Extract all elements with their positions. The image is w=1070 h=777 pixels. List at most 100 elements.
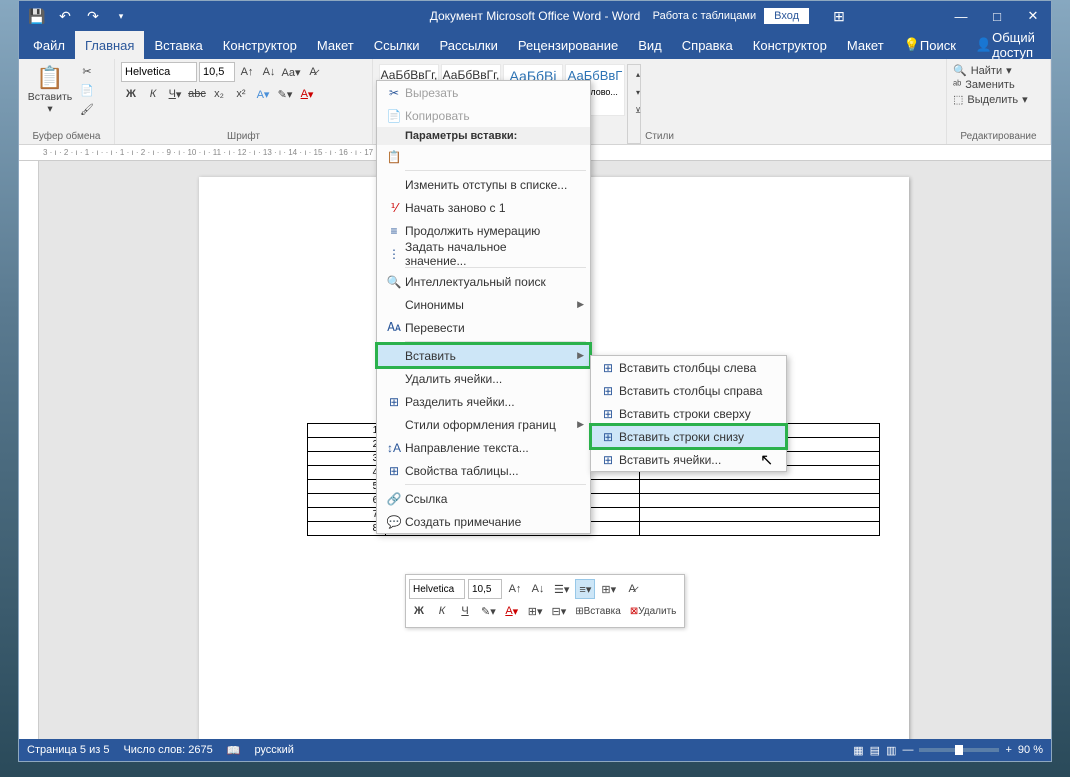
qat-dropdown-icon[interactable]: ▾ — [109, 4, 133, 28]
copy-icon[interactable]: 📄 — [77, 81, 97, 99]
menu-text-direction[interactable]: ↕AНаправление текста... — [377, 436, 590, 459]
menu-border-styles[interactable]: Стили оформления границ▶ — [377, 413, 590, 436]
status-page[interactable]: Страница 5 из 5 — [27, 744, 109, 756]
menu-table-properties[interactable]: ⊞Свойства таблицы... — [377, 459, 590, 482]
tab-help[interactable]: Справка — [672, 31, 743, 59]
gallery-down-icon[interactable]: ▾ — [628, 83, 648, 101]
shrink-font-icon[interactable]: A↓ — [259, 63, 279, 81]
menu-delete-cells[interactable]: Удалить ячейки... — [377, 367, 590, 390]
menu-set-value[interactable]: ⋮Задать начальное значение... — [377, 242, 590, 265]
cut-icon[interactable]: ✂ — [77, 62, 97, 80]
font-name-combo[interactable]: Helvetica — [121, 62, 197, 82]
tab-home[interactable]: Главная — [75, 31, 144, 59]
tab-search[interactable]: 💡 Поиск — [894, 31, 966, 59]
gallery-more-icon[interactable]: ⊻ — [628, 101, 648, 119]
paste-option-1[interactable]: 📋 — [377, 145, 590, 168]
status-words[interactable]: Число слов: 2675 — [123, 744, 212, 756]
status-language[interactable]: русский — [254, 744, 293, 756]
submenu-cols-left[interactable]: ⊞Вставить столбцы слева — [591, 356, 786, 379]
menu-synonyms[interactable]: Синонимы▶ — [377, 293, 590, 316]
replace-button[interactable]: ᵃᵇЗаменить — [953, 78, 1044, 92]
menu-adjust-list[interactable]: Изменить отступы в списке... — [377, 173, 590, 196]
tab-references[interactable]: Ссылки — [364, 31, 430, 59]
grow-font-icon[interactable]: A↑ — [237, 63, 257, 81]
mini-grow-font-icon[interactable]: A↑ — [505, 579, 525, 599]
italic-button[interactable]: К — [143, 85, 163, 103]
font-size-combo[interactable]: 10,5 — [199, 62, 235, 82]
highlight-icon[interactable]: ✎▾ — [275, 85, 295, 103]
tab-mailings[interactable]: Рассылки — [429, 31, 507, 59]
mini-italic-button[interactable]: К — [432, 601, 452, 621]
mini-bullets-icon[interactable]: ☰▾ — [551, 579, 572, 599]
change-case-icon[interactable]: Aa▾ — [281, 63, 301, 81]
zoom-slider[interactable] — [919, 748, 999, 752]
share-button[interactable]: 👤 Общий доступ — [966, 31, 1047, 59]
superscript-button[interactable]: x² — [231, 85, 251, 103]
menu-restart-numbering[interactable]: ⅟Начать заново с 1 — [377, 196, 590, 219]
maximize-button[interactable]: □ — [979, 1, 1015, 31]
find-button[interactable]: 🔍Найти ▾ — [953, 63, 1044, 78]
tab-review[interactable]: Рецензирование — [508, 31, 628, 59]
close-button[interactable]: ✕ — [1015, 1, 1051, 31]
mini-delete-button[interactable]: ⊠ Удалить — [627, 601, 680, 621]
select-button[interactable]: ⬚Выделить ▾ — [953, 92, 1044, 107]
font-color-icon[interactable]: A▾ — [297, 85, 317, 103]
mini-highlight-icon[interactable]: ✎▾ — [478, 601, 499, 621]
format-painter-icon[interactable]: 🖌 — [77, 100, 97, 118]
menu-copy[interactable]: 📄Копировать — [377, 104, 590, 127]
menu-smart-lookup[interactable]: 🔍Интеллектуальный поиск — [377, 270, 590, 293]
ribbon-display-icon[interactable]: ⊞ — [827, 4, 851, 28]
tab-file[interactable]: Файл — [23, 31, 75, 59]
submenu-rows-below[interactable]: ⊞Вставить строки снизу — [591, 425, 786, 448]
print-layout-icon[interactable]: ▤ — [870, 744, 880, 757]
delete-icon: ⊠ — [630, 606, 638, 617]
vertical-ruler[interactable] — [19, 161, 39, 739]
tab-layout[interactable]: Макет — [307, 31, 364, 59]
submenu-cols-right[interactable]: ⊞Вставить столбцы справа — [591, 379, 786, 402]
mini-table-icon[interactable]: ⊞▾ — [598, 579, 619, 599]
proofing-icon[interactable]: 📖 — [227, 744, 241, 757]
mini-clear-icon[interactable]: A̷ — [622, 579, 642, 599]
mini-font-color-icon[interactable]: A▾ — [502, 601, 522, 621]
save-icon[interactable]: 💾 — [25, 4, 49, 28]
mini-insert-button[interactable]: ⊞ Вставка — [572, 601, 624, 621]
menu-new-comment[interactable]: 💬Создать примечание — [377, 510, 590, 533]
submenu-cells[interactable]: ⊞Вставить ячейки... — [591, 448, 786, 471]
underline-button[interactable]: Ч▾ — [165, 85, 185, 103]
mini-font-combo[interactable]: Helvetica — [409, 579, 465, 599]
menu-split-cells[interactable]: ⊞Разделить ячейки... — [377, 390, 590, 413]
tab-table-design[interactable]: Конструктор — [743, 31, 837, 59]
zoom-level[interactable]: 90 % — [1018, 744, 1043, 756]
minimize-button[interactable]: — — [943, 1, 979, 31]
menu-cut[interactable]: ✂Вырезать — [377, 81, 590, 104]
menu-link[interactable]: 🔗Ссылка — [377, 487, 590, 510]
mini-align-icon[interactable]: ⊟▾ — [549, 601, 570, 621]
web-layout-icon[interactable]: ▥ — [886, 744, 896, 757]
paste-button[interactable]: 📋 Вставить▾ — [25, 65, 75, 115]
mini-bold-button[interactable]: Ж — [409, 601, 429, 621]
mini-size-combo[interactable]: 10,5 — [468, 579, 502, 599]
tab-table-layout[interactable]: Макет — [837, 31, 894, 59]
tab-view[interactable]: Вид — [628, 31, 672, 59]
login-button[interactable]: Вход — [764, 8, 809, 24]
bold-button[interactable]: Ж — [121, 85, 141, 103]
menu-translate[interactable]: 🗛Перевести — [377, 316, 590, 339]
submenu-rows-above[interactable]: ⊞Вставить строки сверху — [591, 402, 786, 425]
zoom-in-button[interactable]: + — [1005, 744, 1011, 756]
tab-insert[interactable]: Вставка — [144, 31, 212, 59]
mini-borders-icon[interactable]: ⊞▾ — [525, 601, 546, 621]
clear-format-icon[interactable]: A̷ — [303, 63, 323, 81]
text-effects-icon[interactable]: A▾ — [253, 85, 273, 103]
undo-icon[interactable]: ↶ — [53, 4, 77, 28]
zoom-out-button[interactable]: — — [902, 744, 913, 756]
menu-insert[interactable]: Вставить▶ — [377, 344, 590, 367]
subscript-button[interactable]: x₂ — [209, 85, 229, 103]
tab-design[interactable]: Конструктор — [213, 31, 307, 59]
redo-icon[interactable]: ↷ — [81, 4, 105, 28]
mini-numbering-icon[interactable]: ≡▾ — [575, 579, 595, 599]
gallery-up-icon[interactable]: ▴ — [628, 65, 648, 83]
mini-underline-icon[interactable]: Ч — [455, 601, 475, 621]
mini-shrink-font-icon[interactable]: A↓ — [528, 579, 548, 599]
read-mode-icon[interactable]: ▦ — [853, 744, 863, 757]
strike-button[interactable]: abc — [187, 85, 207, 103]
